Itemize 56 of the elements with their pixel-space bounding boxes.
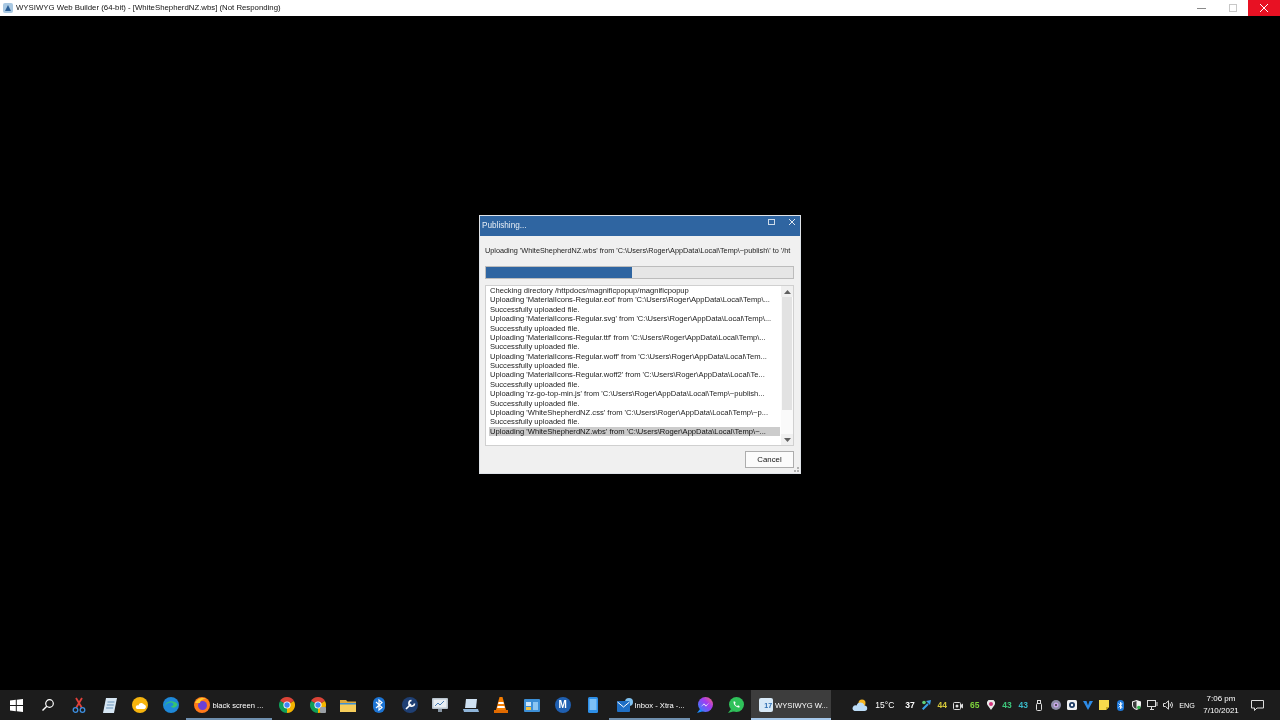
notepad-icon[interactable] <box>102 697 117 713</box>
segmented-circle-icon[interactable] <box>279 697 296 713</box>
tray-reading: 37 <box>905 700 915 710</box>
v-mark-icon[interactable] <box>1082 700 1093 710</box>
dialog-title: Publishing... <box>482 220 527 232</box>
window-panel-icon[interactable] <box>524 698 540 712</box>
bluetooth-icon[interactable] <box>1116 699 1124 711</box>
arrow-icon[interactable] <box>921 700 931 710</box>
sun-cloud-icon[interactable] <box>851 699 868 711</box>
scrollbar-thumb[interactable] <box>782 297 792 410</box>
clock-date[interactable]: 7/10/2021 <box>1203 706 1239 716</box>
scrollbar[interactable] <box>781 286 793 445</box>
scissors-icon[interactable] <box>72 697 87 713</box>
laptop-icon[interactable] <box>462 698 479 712</box>
chat-bubble-icon[interactable] <box>697 697 714 713</box>
speaker-icon[interactable] <box>1163 700 1175 710</box>
app-logo[interactable]: M <box>554 697 571 713</box>
sticky-note-icon[interactable] <box>1099 700 1110 710</box>
folder-icon[interactable] <box>340 698 357 712</box>
swirl-icon[interactable] <box>163 697 180 713</box>
disc-icon[interactable] <box>1050 700 1061 710</box>
segmented-circle-icon[interactable] <box>309 697 326 713</box>
app-icon <box>3 3 13 13</box>
search-icon[interactable] <box>42 699 54 711</box>
tray-reading: 43 <box>1018 700 1028 710</box>
map-pin-icon[interactable] <box>986 700 995 710</box>
resize-grip-icon[interactable] <box>794 467 799 472</box>
maximize-icon <box>1228 4 1237 12</box>
maximize-icon <box>767 219 775 225</box>
tray-reading: 43 <box>1002 700 1012 710</box>
close-button[interactable] <box>1248 0 1280 16</box>
close-icon <box>1260 4 1268 12</box>
camera-icon[interactable] <box>953 700 964 710</box>
phone-bubble-icon[interactable] <box>727 697 744 713</box>
phone-icon[interactable] <box>588 697 599 713</box>
monitor-plug-icon[interactable] <box>1147 700 1159 710</box>
speech-bubble-icon[interactable] <box>1251 699 1264 711</box>
mail-icon <box>616 698 633 712</box>
bluetooth-icon[interactable] <box>373 697 386 713</box>
close-icon <box>789 219 795 225</box>
flame-globe-icon <box>194 697 211 713</box>
monitor-icon[interactable] <box>432 698 449 712</box>
minimize-icon <box>1197 7 1206 9</box>
four-panes-icon[interactable] <box>9 698 23 712</box>
usb-drive-icon[interactable] <box>1036 699 1043 711</box>
wrench-icon[interactable] <box>401 697 418 713</box>
traffic-cone-icon[interactable] <box>494 697 509 713</box>
sun-cloud-icon[interactable] <box>132 697 149 713</box>
tray-reading: 65 <box>969 700 980 710</box>
tray-reading: 44 <box>937 700 947 710</box>
scroll-up-icon[interactable] <box>783 289 791 294</box>
shield-icon[interactable] <box>1132 700 1142 710</box>
square-disc-icon[interactable] <box>1066 700 1077 710</box>
weather-temperature[interactable]: 15°C <box>875 700 895 710</box>
clock-time[interactable]: 7:06 pm <box>1206 694 1236 704</box>
scroll-down-icon[interactable] <box>783 437 791 442</box>
